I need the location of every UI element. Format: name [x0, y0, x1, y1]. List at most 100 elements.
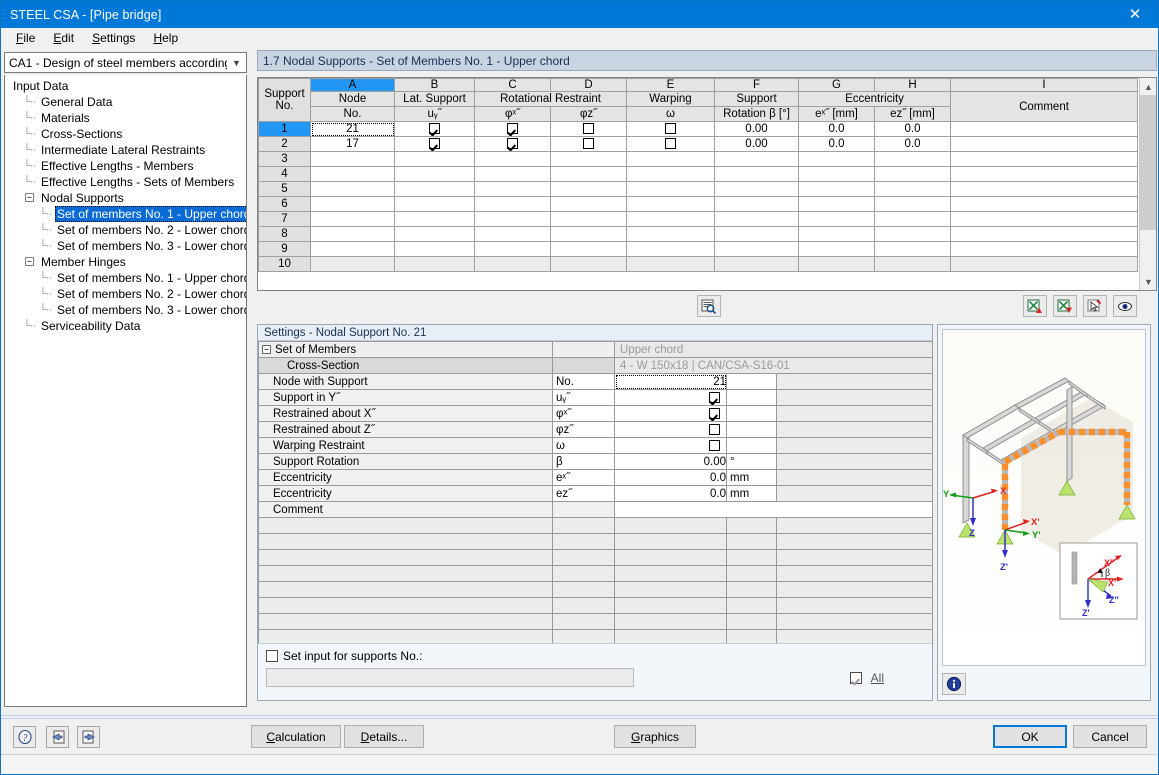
cell-phiz[interactable] [550, 256, 627, 272]
settings-value[interactable] [614, 437, 727, 454]
row-header-1[interactable]: 1 [258, 121, 311, 137]
cell-comment[interactable] [950, 211, 1138, 227]
row-header-5[interactable]: 5 [258, 181, 311, 197]
settings-value[interactable]: 21 [614, 373, 727, 390]
cell-ex[interactable] [798, 211, 875, 227]
calculation-button[interactable]: Calculation [251, 725, 341, 748]
settings-value[interactable] [613, 501, 934, 518]
settings-row[interactable]: Support in Y˝ uᵧ˝ [258, 389, 934, 406]
table-row[interactable]: 10 [258, 256, 1138, 272]
settings-row[interactable]: Warping Restraint ω [258, 437, 934, 454]
settings-value[interactable] [614, 405, 727, 422]
view-table-icon[interactable] [697, 295, 721, 317]
cell-beta[interactable] [714, 151, 799, 167]
tree-item-5[interactable]: └·· Effective Lengths - Members [5, 158, 246, 174]
cell-phix[interactable] [474, 256, 551, 272]
cell-beta[interactable]: 0.00 [714, 121, 799, 137]
cell-comment[interactable] [950, 166, 1138, 182]
cell-phiz[interactable] [550, 181, 627, 197]
grid-column-letter-A[interactable]: A [310, 78, 395, 92]
table-row[interactable]: 2 17 0.00 0.0 0.0 [258, 136, 1138, 152]
cell-phix[interactable] [474, 226, 551, 242]
cell-omega[interactable] [626, 121, 715, 137]
ok-button[interactable]: OK [993, 725, 1067, 748]
cell-ex[interactable] [798, 256, 875, 272]
tree-item-7[interactable]: − Nodal Supports [5, 190, 246, 206]
settings-row[interactable]: Eccentricity eᴢ˝ 0.0 mm [258, 485, 934, 502]
table-row[interactable]: 7 [258, 211, 1138, 227]
checkbox-unchecked-icon[interactable] [709, 439, 720, 451]
visibility-eye-icon[interactable] [1113, 295, 1137, 317]
cell-beta[interactable] [714, 211, 799, 227]
grid-column-letter-H[interactable]: H [874, 78, 951, 92]
row-header-2[interactable]: 2 [258, 136, 311, 152]
cell-comment[interactable] [950, 151, 1138, 167]
cell-phix[interactable] [474, 241, 551, 257]
cell-omega[interactable] [626, 196, 715, 212]
settings-row[interactable]: Cross-Section 4 - W 150x18 | CAN/CSA-S16-… [258, 357, 934, 374]
settings-row[interactable]: Eccentricity eˣ˝ 0.0 mm [258, 469, 934, 486]
cell-beta[interactable] [714, 166, 799, 182]
cell-uy[interactable] [394, 166, 475, 182]
checkbox-unchecked-icon[interactable] [665, 123, 676, 135]
tree-item-4[interactable]: └·· Intermediate Lateral Restraints [5, 142, 246, 158]
table-row[interactable]: 4 [258, 166, 1138, 182]
cell-beta[interactable]: 0.00 [714, 136, 799, 152]
checkbox-unchecked-icon[interactable] [583, 123, 594, 135]
scroll-up-icon[interactable]: ▲ [1140, 78, 1156, 95]
cell-phix[interactable] [474, 196, 551, 212]
tree-item-15[interactable]: └·· Serviceability Data [5, 318, 246, 334]
cell-node-no[interactable] [310, 211, 395, 227]
all-checkbox[interactable] [849, 671, 862, 684]
tree-item-8[interactable]: └·· Set of members No. 1 - Upper chord [5, 206, 246, 222]
data-grid[interactable]: Support No. A B C D E F G H I Node Lat. Support Rotat… [258, 78, 1138, 272]
info-icon[interactable] [942, 673, 966, 695]
cell-phiz[interactable] [550, 151, 627, 167]
settings-collapse-icon[interactable]: − [262, 344, 271, 354]
tree-item-9[interactable]: └·· Set of members No. 2 - Lower chord 1 [5, 222, 246, 238]
scroll-down-icon[interactable]: ▼ [1140, 273, 1156, 290]
cell-omega[interactable] [626, 241, 715, 257]
cell-node-no[interactable] [310, 166, 395, 182]
row-header-4[interactable]: 4 [258, 166, 311, 182]
menu-file[interactable]: FFileile [7, 29, 44, 47]
cell-ex[interactable]: 0.0 [798, 136, 875, 152]
model-3d-view[interactable]: X Y Z X' Y' Z' X″ X' Z″ Z' β [942, 329, 1146, 666]
table-row[interactable]: 3 [258, 151, 1138, 167]
settings-row[interactable]: − Set of Members Upper chord [258, 341, 934, 358]
grid-column-letter-C[interactable]: C [474, 78, 551, 92]
next-arrow-icon[interactable] [77, 726, 100, 748]
tree-item-3[interactable]: └·· Cross-Sections [5, 126, 246, 142]
settings-row[interactable]: Node with Support No. 21 [258, 373, 934, 390]
export-excel-up-icon[interactable] [1023, 295, 1047, 317]
supports-number-input[interactable] [266, 668, 634, 687]
tree-item-13[interactable]: └·· Set of members No. 2 - Lower chord 1 [5, 286, 246, 302]
cell-phix[interactable] [474, 166, 551, 182]
cell-phiz[interactable] [550, 226, 627, 242]
table-row[interactable]: 6 [258, 196, 1138, 212]
cell-node-no[interactable] [310, 256, 395, 272]
row-header-6[interactable]: 6 [258, 196, 311, 212]
cancel-button[interactable]: Cancel [1073, 725, 1147, 748]
cell-omega[interactable] [626, 211, 715, 227]
cell-uy[interactable] [394, 121, 475, 137]
tree-item-14[interactable]: └·· Set of members No. 3 - Lower chord 2 [5, 302, 246, 318]
checkbox-checked-icon[interactable] [507, 138, 518, 150]
cell-ex[interactable] [798, 166, 875, 182]
nodal-supports-table[interactable]: Support No. A B C D E F G H I Node Lat. Support Rotat… [257, 77, 1157, 291]
all-checkbox-row[interactable]: All [849, 671, 884, 685]
cell-node-no[interactable] [310, 151, 395, 167]
row-header-10[interactable]: 10 [258, 256, 311, 272]
cell-comment[interactable] [950, 241, 1138, 257]
cell-phiz[interactable] [550, 121, 627, 137]
settings-value[interactable] [614, 389, 727, 406]
cell-omega[interactable] [626, 136, 715, 152]
checkbox-checked-icon[interactable] [507, 123, 518, 135]
tree-item-0[interactable]: Input Data [5, 78, 246, 94]
cell-beta[interactable] [714, 256, 799, 272]
settings-value[interactable]: 0.0 [614, 469, 727, 486]
pick-node-icon[interactable] [1083, 295, 1107, 317]
cell-phiz[interactable] [550, 136, 627, 152]
table-vertical-scrollbar[interactable]: ▲ ▼ [1139, 78, 1156, 290]
cell-ex[interactable] [798, 241, 875, 257]
